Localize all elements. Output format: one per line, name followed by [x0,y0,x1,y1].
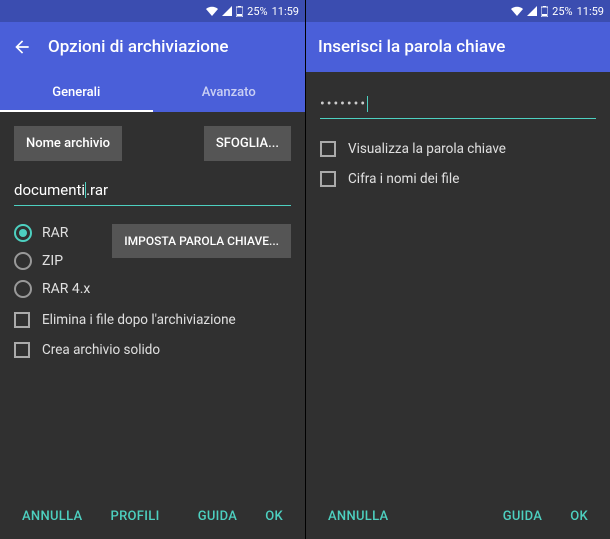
help-button[interactable]: GUIDA [184,499,252,534]
radio-icon [14,252,32,270]
appbar: Inserisci la parola chiave [306,22,610,72]
checkbox-icon [14,312,30,328]
format-radios: RAR ZIP RAR 4.x [14,224,90,298]
wifi-icon [206,6,218,16]
check-solid-archive[interactable]: Crea archivio solido [14,342,291,358]
check-delete-after[interactable]: Elimina i file dopo l'archiviazione [14,312,291,328]
radio-rar[interactable]: RAR [14,224,90,242]
battery-percent: 25% [247,5,267,18]
check-encrypt-names[interactable]: Cifra i nomi dei file [320,171,596,187]
checkbox-icon [320,171,336,187]
help-button[interactable]: GUIDA [489,499,557,534]
checkbox-icon [14,342,30,358]
signal-icon [222,6,232,16]
statusbar: 25% 11:59 [306,0,610,22]
signal-icon [527,6,537,16]
battery-icon [541,6,548,17]
archive-name-button[interactable]: Nome archivio [14,126,122,161]
page-title: Inserisci la parola chiave [318,37,505,57]
cancel-button[interactable]: ANNULLA [314,499,402,534]
battery-percent: 25% [552,5,572,18]
text-cursor [367,96,368,112]
wifi-icon [511,6,523,16]
clock: 11:59 [577,5,604,18]
screen-enter-password: 25% 11:59 Inserisci la parola chiave •••… [305,0,610,539]
password-masked: ••••••• [320,96,367,112]
screen-archive-options: 25% 11:59 Opzioni di archiviazione Gener… [0,0,305,539]
bottombar: ANNULLA PROFILI GUIDA OK [0,493,305,539]
tab-general[interactable]: Generali [0,72,153,112]
browse-button[interactable]: SFOGLIA... [204,126,291,161]
tabs: Generali Avanzato [0,72,305,112]
page-title: Opzioni di archiviazione [48,37,229,57]
battery-icon [236,6,243,17]
appbar: Opzioni di archiviazione [0,22,305,72]
radio-rar4[interactable]: RAR 4.x [14,280,90,298]
back-arrow-icon[interactable] [12,37,32,57]
content: ••••••• Visualizza la parola chiave Cifr… [306,72,610,493]
password-input[interactable]: ••••••• [320,86,596,119]
radio-zip[interactable]: ZIP [14,252,90,270]
cancel-button[interactable]: ANNULLA [8,499,96,534]
checkbox-icon [320,141,336,157]
radio-icon [14,280,32,298]
set-password-button[interactable]: IMPOSTA PAROLA CHIAVE... [112,224,291,258]
profiles-button[interactable]: PROFILI [96,499,173,534]
filename-input[interactable]: documenti.rar [14,175,291,206]
clock: 11:59 [272,5,299,18]
content: Nome archivio SFOGLIA... documenti.rar R… [0,112,305,493]
radio-icon [14,224,32,242]
bottombar: ANNULLA GUIDA OK [306,493,610,539]
ok-button[interactable]: OK [251,499,297,534]
check-show-password[interactable]: Visualizza la parola chiave [320,141,596,157]
statusbar: 25% 11:59 [0,0,305,22]
filename-value: documenti [14,181,85,199]
ok-button[interactable]: OK [556,499,602,534]
tab-advanced[interactable]: Avanzato [153,72,306,112]
